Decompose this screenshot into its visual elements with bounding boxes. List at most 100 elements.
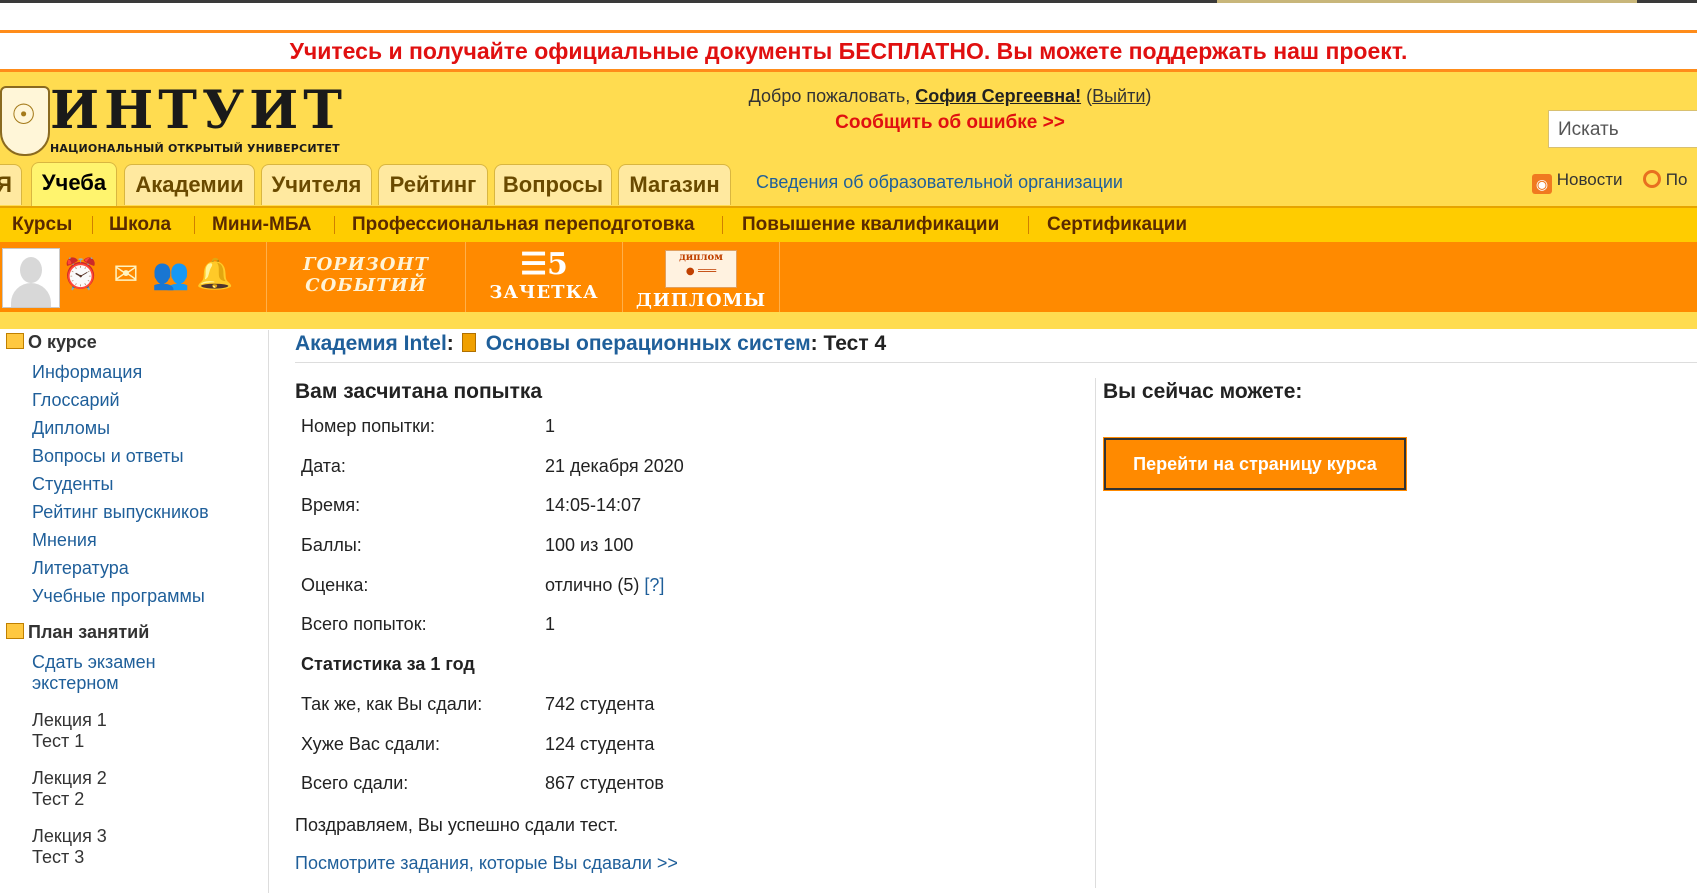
subnav-courses[interactable]: Курсы bbox=[12, 208, 72, 242]
horizon-label-2: СОБЫТИЙ bbox=[305, 275, 427, 296]
gradebook-button[interactable]: ☰5 ЗАЧЕТКА bbox=[465, 242, 622, 312]
subnav-mini-mba[interactable]: Мини-МБА bbox=[212, 208, 311, 242]
test-label: Тест 1 bbox=[32, 731, 85, 751]
welcome-prefix: Добро пожаловать, bbox=[748, 86, 916, 106]
external-exam-link[interactable]: Сдать экзамен экстерном bbox=[32, 652, 156, 694]
divider bbox=[295, 362, 1697, 363]
site-header: ☉ ИНТУИТ НАЦИОНАЛЬНЫЙ ОТКРЫТЫЙ УНИВЕРСИТ… bbox=[0, 72, 1697, 329]
view-tasks-link[interactable]: Посмотрите задания, которые Вы сдавали >… bbox=[295, 853, 678, 874]
stats-value: 742 студента bbox=[545, 694, 655, 714]
course-sidebar: О курсе Информация Глоссарий Дипломы Воп… bbox=[0, 330, 269, 893]
people-icon[interactable]: 👥 bbox=[152, 256, 189, 294]
sidebar-item-info[interactable]: Информация bbox=[32, 362, 142, 383]
logout-link[interactable]: Выйти bbox=[1092, 86, 1145, 106]
stats-label: Хуже Вас сдали: bbox=[301, 734, 440, 754]
attempt-heading: Вам засчитана попытка bbox=[295, 380, 543, 403]
news-label: Новости bbox=[1556, 170, 1623, 189]
stats-value: 124 студента bbox=[545, 734, 655, 754]
test-title: Тест 4 bbox=[823, 332, 887, 355]
subnav-retraining[interactable]: Профессиональная переподготовка bbox=[352, 208, 695, 242]
promo-banner[interactable]: Учитесь и получайте официальные документ… bbox=[0, 30, 1697, 72]
stats-label: Так же, как Вы сдали: bbox=[301, 694, 483, 714]
lesson-plan-heading[interactable]: План занятий bbox=[6, 622, 149, 643]
test-label: Тест 2 bbox=[32, 789, 85, 809]
avatar[interactable] bbox=[2, 248, 60, 308]
result-label: Всего попыток: bbox=[301, 614, 427, 634]
diploma-icon: диплом ● ═══ bbox=[665, 250, 737, 288]
subnav-certifications[interactable]: Сертификации bbox=[1047, 208, 1187, 242]
grade-value: отлично (5) [?] bbox=[545, 575, 664, 596]
test-label: Тест 3 bbox=[32, 847, 85, 867]
result-label: Время: bbox=[301, 495, 361, 515]
stats-label: Всего сдали: bbox=[301, 773, 409, 793]
bell-icon[interactable]: 🔔 bbox=[196, 256, 233, 294]
lesson-1[interactable]: Лекция 1 Тест 1 bbox=[32, 710, 107, 752]
help-link[interactable]: По bbox=[1643, 170, 1687, 190]
tab-shop[interactable]: Магазин bbox=[618, 164, 731, 205]
breadcrumb: Академия Intel: Основы операционных систе… bbox=[295, 332, 886, 356]
tab-rating[interactable]: Рейтинг bbox=[378, 164, 488, 205]
sidebar-item-diplomas[interactable]: Дипломы bbox=[32, 418, 110, 439]
envelope-icon[interactable]: ✉ bbox=[108, 256, 144, 294]
gradebook-icon: ☰5 bbox=[520, 247, 568, 282]
lesson-2[interactable]: Лекция 2 Тест 2 bbox=[32, 768, 107, 810]
grade-help-link[interactable]: [?] bbox=[644, 575, 664, 595]
tab-study[interactable]: Учеба bbox=[31, 162, 117, 207]
about-course-heading[interactable]: О курсе bbox=[6, 332, 97, 353]
news-link[interactable]: ◉ Новости bbox=[1532, 170, 1623, 194]
subnav-school[interactable]: Школа bbox=[109, 208, 171, 242]
lecture-label: Лекция 2 bbox=[32, 768, 107, 788]
diplomas-label: ДИПЛОМЫ bbox=[635, 290, 767, 311]
welcome-line: Добро пожаловать, София Сергеевна! (Выйт… bbox=[748, 86, 1152, 106]
tab-academies[interactable]: Академии bbox=[124, 164, 255, 205]
folder-icon bbox=[6, 333, 24, 349]
breadcrumb-separator: : bbox=[446, 332, 454, 355]
sidebar-item-opinions[interactable]: Мнения bbox=[32, 530, 97, 551]
org-info-link[interactable]: Сведения об образовательной организации bbox=[756, 172, 1123, 193]
sidebar-item-programs[interactable]: Учебные программы bbox=[32, 586, 205, 607]
alarm-clock-icon[interactable]: ⏰ bbox=[62, 256, 99, 294]
go-to-course-button[interactable]: Перейти на страницу курса bbox=[1103, 437, 1407, 491]
report-error-link[interactable]: Сообщить об ошибке >> bbox=[640, 112, 1260, 134]
stats-heading: Статистика за 1 год bbox=[301, 654, 475, 674]
user-name-link[interactable]: София Сергеевна! bbox=[915, 86, 1081, 106]
help-label: По bbox=[1665, 170, 1688, 189]
congrats-text: Поздравляем, Вы успешно сдали тест. bbox=[295, 815, 619, 835]
diplomas-button[interactable]: диплом ● ═══ ДИПЛОМЫ bbox=[622, 242, 780, 312]
sidebar-item-students[interactable]: Студенты bbox=[32, 474, 113, 495]
lesson-3[interactable]: Лекция 3 Тест 3 bbox=[32, 826, 107, 868]
external-exam-line-2: экстерном bbox=[32, 673, 119, 693]
sub-navigation: Курсы Школа Мини-МБА Профессиональная пе… bbox=[0, 206, 1697, 244]
column-divider bbox=[1095, 378, 1096, 888]
events-horizon-button[interactable]: ГОРИЗОНТ СОБЫТИЙ bbox=[266, 242, 465, 312]
result-value: 21 декабря 2020 bbox=[545, 456, 684, 476]
actions-heading: Вы сейчас можете: bbox=[1103, 380, 1303, 403]
sidebar-item-qa[interactable]: Вопросы и ответы bbox=[32, 446, 184, 467]
result-label: Баллы: bbox=[301, 535, 362, 555]
tab-questions[interactable]: Вопросы bbox=[494, 164, 612, 205]
sidebar-item-literature[interactable]: Литература bbox=[32, 558, 129, 579]
horizon-label-1: ГОРИЗОНТ bbox=[303, 254, 429, 275]
intuit-logo[interactable]: ☉ ИНТУИТ НАЦИОНАЛЬНЫЙ ОТКРЫТЫЙ УНИВЕРСИТ… bbox=[0, 80, 345, 156]
subnav-qualification[interactable]: Повышение квалификации bbox=[742, 208, 999, 242]
folder-icon bbox=[6, 623, 24, 639]
result-label: Номер попытки: bbox=[301, 416, 436, 436]
lecture-label: Лекция 3 bbox=[32, 826, 107, 846]
user-toolbar: ⏰ ✉ 👥 🔔 ГОРИЗОНТ СОБЫТИЙ ☰5 ЗАЧЕТКА дипл… bbox=[0, 242, 1697, 312]
course-link[interactable]: Основы операционных систем bbox=[486, 332, 811, 355]
gradebook-label: ЗАЧЕТКА bbox=[489, 282, 599, 303]
tab-me[interactable]: Я bbox=[0, 164, 22, 205]
book-icon bbox=[461, 333, 476, 352]
sidebar-item-glossary[interactable]: Глоссарий bbox=[32, 390, 120, 411]
academy-link[interactable]: Академия Intel bbox=[295, 332, 447, 355]
tab-teachers[interactable]: Учителя bbox=[261, 164, 372, 205]
sidebar-item-graduate-rating[interactable]: Рейтинг выпускников bbox=[32, 502, 209, 523]
logo-subtitle: НАЦИОНАЛЬНЫЙ ОТКРЫТЫЙ УНИВЕРСИТЕТ bbox=[50, 142, 340, 155]
search-input[interactable]: Искать bbox=[1548, 110, 1697, 148]
result-label: Дата: bbox=[301, 456, 346, 476]
external-exam-line-1: Сдать экзамен bbox=[32, 652, 156, 672]
grade-text: отлично (5) bbox=[545, 575, 640, 595]
result-label: Оценка: bbox=[301, 575, 369, 595]
gradebook-number: 5 bbox=[547, 247, 568, 282]
plan-heading-label: План занятий bbox=[28, 622, 150, 642]
